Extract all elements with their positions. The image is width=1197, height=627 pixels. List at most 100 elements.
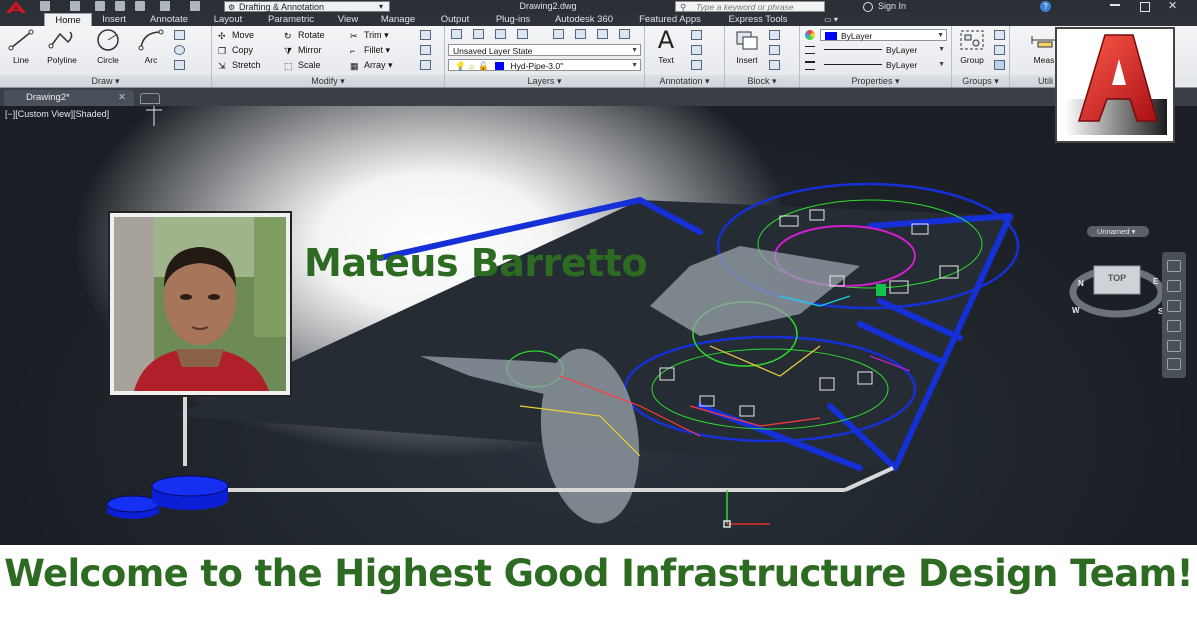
ellipse-icon[interactable] bbox=[174, 45, 185, 55]
offset-icon[interactable] bbox=[420, 60, 431, 70]
steering-wheel-icon[interactable] bbox=[1167, 260, 1181, 272]
hatch-icon[interactable] bbox=[174, 60, 185, 70]
orbit-icon[interactable] bbox=[1167, 320, 1181, 332]
stretch-tool[interactable]: ⇲ Stretch bbox=[218, 59, 261, 72]
close-icon[interactable]: ✕ bbox=[1168, 0, 1177, 12]
tab-plug-ins[interactable]: Plug-ins bbox=[486, 13, 540, 26]
match-properties-icon[interactable] bbox=[805, 30, 815, 40]
welcome-banner: Welcome to the Highest Good Infrastructu… bbox=[4, 552, 1193, 595]
drawing-viewport[interactable]: [−][Custom View][Shaded] TOP N E S W Unn… bbox=[0, 106, 1197, 545]
layer-icon[interactable] bbox=[517, 29, 528, 39]
layer-icon[interactable] bbox=[473, 29, 484, 39]
navbar-options-icon[interactable] bbox=[1167, 358, 1181, 370]
rotate-tool[interactable]: ↻ Rotate bbox=[284, 29, 325, 42]
insert-tool[interactable]: Insert bbox=[729, 28, 765, 65]
properties-panel-title[interactable]: Properties ▾ bbox=[800, 75, 951, 87]
tab-layout[interactable]: Layout bbox=[204, 13, 252, 26]
rectangle-icon[interactable] bbox=[174, 30, 185, 40]
new-file-icon[interactable] bbox=[40, 1, 50, 11]
viewcube[interactable]: TOP N E S W bbox=[1060, 256, 1175, 351]
copy-icon: ❐ bbox=[218, 46, 227, 56]
attribute-icon[interactable] bbox=[769, 60, 780, 70]
block-panel-title[interactable]: Block ▾ bbox=[725, 75, 799, 87]
layer-icon[interactable] bbox=[619, 29, 630, 39]
linetype-select[interactable]: ByLayer ▼ bbox=[820, 44, 947, 56]
file-tab-drawing2[interactable]: Drawing2* ✕ bbox=[4, 90, 134, 106]
layer-icon[interactable] bbox=[495, 29, 506, 39]
array-tool[interactable]: ▦ Array ▾ bbox=[350, 59, 393, 72]
copy-tool[interactable]: ❐ Copy bbox=[218, 44, 253, 57]
showmotion-icon[interactable] bbox=[1167, 340, 1181, 352]
tab-view[interactable]: View bbox=[330, 13, 366, 26]
restore-icon[interactable] bbox=[1140, 2, 1150, 12]
group-selection-icon[interactable] bbox=[994, 60, 1005, 70]
open-file-icon[interactable] bbox=[70, 1, 80, 11]
viewport-controls-label[interactable]: [−][Custom View][Shaded] bbox=[5, 109, 109, 119]
layers-panel: Unsaved Layer State ▼ 💡 ☼ 🔓 Hyd-Pipe-3.0'… bbox=[445, 26, 645, 87]
tab-output[interactable]: Output bbox=[430, 13, 480, 26]
undo-icon[interactable] bbox=[160, 1, 170, 11]
plot-icon[interactable] bbox=[135, 1, 145, 11]
close-tab-icon[interactable]: ✕ bbox=[118, 90, 126, 106]
color-select[interactable]: ByLayer ▼ bbox=[820, 29, 947, 41]
layer-properties-icon[interactable] bbox=[451, 29, 462, 39]
help-icon[interactable]: ? bbox=[1040, 1, 1051, 12]
table-icon[interactable] bbox=[691, 60, 702, 70]
fillet-tool[interactable]: ⌐ Fillet ▾ bbox=[350, 44, 390, 57]
layer-state-select[interactable]: Unsaved Layer State ▼ bbox=[448, 44, 641, 56]
tab-parametric[interactable]: Parametric bbox=[258, 13, 324, 26]
user-icon bbox=[863, 2, 873, 12]
create-block-icon[interactable] bbox=[769, 30, 780, 40]
layer-icon[interactable] bbox=[575, 29, 586, 39]
search-input[interactable]: ⚲ Type a keyword or phrase bbox=[675, 1, 825, 12]
zoom-icon[interactable] bbox=[1167, 300, 1181, 312]
edit-block-icon[interactable] bbox=[769, 45, 780, 55]
erase-icon[interactable] bbox=[420, 30, 431, 40]
ungroup-icon[interactable] bbox=[994, 30, 1005, 40]
layers-panel-title[interactable]: Layers ▾ bbox=[445, 75, 644, 87]
layer-select[interactable]: 💡 ☼ 🔓 Hyd-Pipe-3.0'' ▼ bbox=[448, 59, 641, 71]
scale-tool[interactable]: ⬚ Scale bbox=[284, 59, 321, 72]
move-tool[interactable]: ✣ Move bbox=[218, 29, 254, 42]
layer-icon[interactable] bbox=[597, 29, 608, 39]
modify-panel-title[interactable]: Modify ▾ bbox=[212, 75, 444, 87]
tab-annotate[interactable]: Annotate bbox=[140, 13, 198, 26]
autocad-logo bbox=[1055, 27, 1175, 143]
annotation-panel-title[interactable]: Annotation ▾ bbox=[645, 75, 724, 87]
ucs-menu[interactable]: Unnamed ▾ bbox=[1087, 226, 1149, 237]
layer-icon[interactable] bbox=[553, 29, 564, 39]
leader-icon[interactable] bbox=[691, 45, 702, 55]
groups-panel-title[interactable]: Groups ▾ bbox=[952, 75, 1009, 87]
tab-manage[interactable]: Manage bbox=[372, 13, 424, 26]
tab-home[interactable]: Home bbox=[44, 13, 92, 26]
draw-panel: Line Polyline Circle Arc Draw ▾ bbox=[0, 26, 212, 87]
explode-icon[interactable] bbox=[420, 45, 431, 55]
redo-icon[interactable] bbox=[190, 1, 200, 11]
lineweight-select[interactable]: ByLayer ▼ bbox=[820, 59, 947, 71]
dimension-icon[interactable] bbox=[691, 30, 702, 40]
line-tool[interactable]: Line bbox=[6, 28, 36, 65]
save-as-icon[interactable] bbox=[115, 1, 125, 11]
polyline-tool[interactable]: Polyline bbox=[40, 28, 84, 65]
tab-express-tools[interactable]: Express Tools bbox=[718, 13, 798, 26]
circle-tool[interactable]: Circle bbox=[90, 28, 126, 65]
group-edit-icon[interactable] bbox=[994, 45, 1005, 55]
save-icon[interactable] bbox=[95, 1, 105, 11]
tab-featured-apps[interactable]: Featured Apps bbox=[628, 13, 712, 26]
minimize-icon[interactable] bbox=[1110, 1, 1120, 6]
draw-panel-title[interactable]: Draw ▾ bbox=[0, 75, 211, 87]
group-tool[interactable]: Group bbox=[954, 28, 990, 65]
new-tab-button[interactable] bbox=[140, 93, 160, 104]
gear-icon: ⚙ bbox=[228, 3, 236, 12]
tab-insert[interactable]: Insert bbox=[94, 13, 134, 26]
trim-tool[interactable]: ✂ Trim ▾ bbox=[350, 29, 389, 42]
tab-autodesk-360[interactable]: Autodesk 360 bbox=[546, 13, 622, 26]
workspace-select[interactable]: ⚙ Drafting & Annotation ▾ bbox=[224, 1, 390, 12]
ribbon-toggle-icon[interactable]: ▭ ▾ bbox=[818, 13, 844, 26]
viewcube-face-top[interactable]: TOP bbox=[1094, 273, 1140, 283]
text-tool[interactable]: A Text bbox=[651, 28, 681, 65]
pan-icon[interactable] bbox=[1167, 280, 1181, 292]
arc-tool[interactable]: Arc bbox=[134, 28, 168, 65]
sign-in-link[interactable]: Sign In bbox=[878, 0, 906, 12]
mirror-tool[interactable]: ⧩ Mirror bbox=[284, 44, 322, 57]
